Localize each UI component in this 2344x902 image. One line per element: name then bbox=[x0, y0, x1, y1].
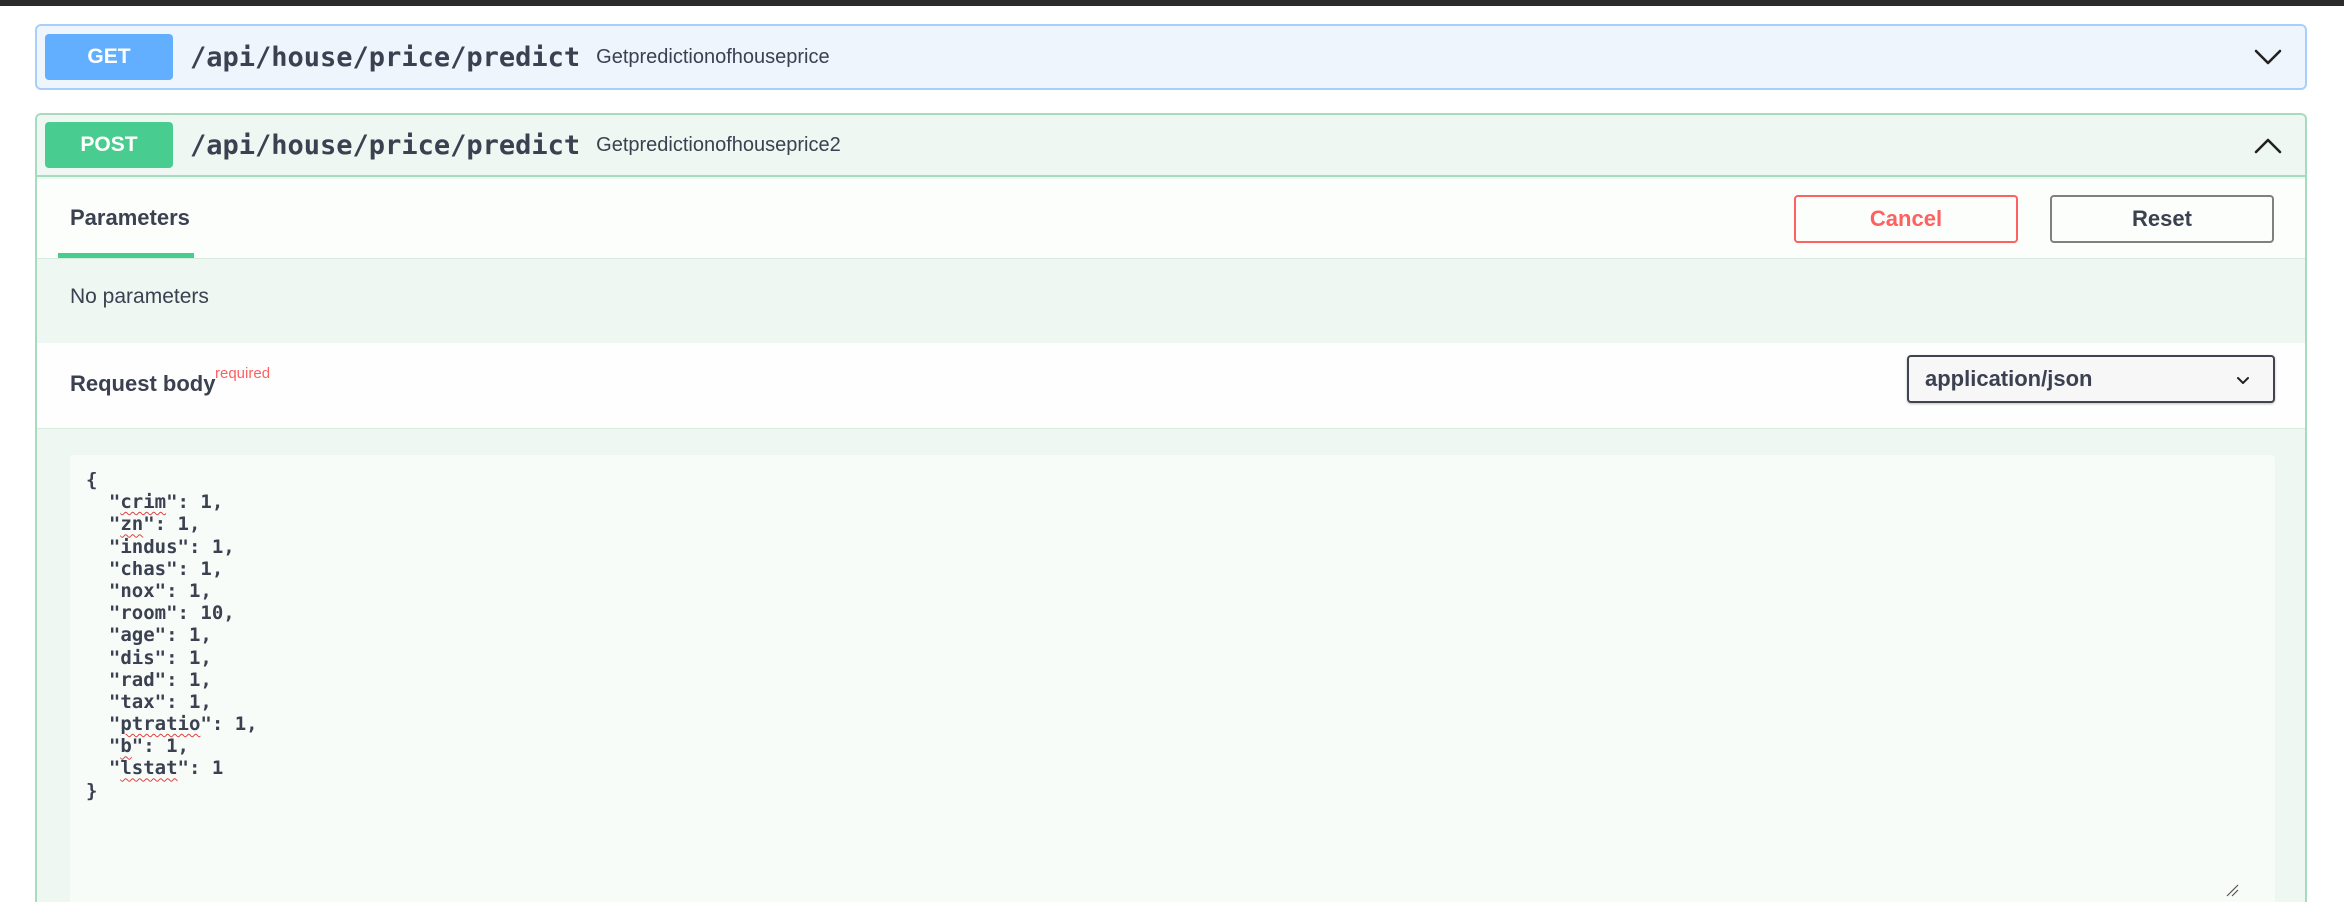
code-line: "rad": 1, bbox=[86, 668, 212, 691]
opblock-get-summary[interactable]: GET /api/house/price/predict Getpredicti… bbox=[37, 26, 2305, 88]
endpoint-path: /api/house/price/predict bbox=[190, 41, 581, 73]
code-line: { bbox=[86, 469, 98, 491]
content-type-value: application/json bbox=[1925, 366, 2093, 391]
tab-parameters[interactable]: Parameters bbox=[58, 179, 202, 257]
opblock-post-predict: POST /api/house/price/predict Getpredict… bbox=[35, 113, 2307, 902]
code-line: "b": 1, bbox=[86, 735, 189, 758]
code-line: "age": 1, bbox=[86, 624, 212, 647]
endpoint-path: /api/house/price/predict bbox=[190, 129, 581, 161]
tab-active-indicator bbox=[58, 253, 194, 258]
code-line: "nox": 1, bbox=[86, 579, 212, 602]
request-body-header: Request body required application/json bbox=[37, 343, 2305, 429]
top-bar bbox=[0, 0, 2344, 6]
resize-handle-icon[interactable] bbox=[2225, 883, 2239, 897]
required-badge: required bbox=[215, 365, 271, 382]
chevron-up-icon[interactable] bbox=[2251, 129, 2285, 163]
code-line: "tax": 1, bbox=[86, 690, 212, 713]
chevron-down-icon bbox=[2237, 377, 2249, 384]
reset-button[interactable]: Reset bbox=[2050, 195, 2274, 243]
request-body-title: Request body bbox=[70, 371, 216, 396]
cancel-button[interactable]: Cancel bbox=[1794, 195, 2018, 243]
method-badge-get: GET bbox=[45, 34, 173, 80]
code-line: } bbox=[86, 779, 98, 802]
endpoint-summary: Getpredictionofhouseprice bbox=[596, 45, 830, 68]
method-badge-post: POST bbox=[45, 122, 173, 168]
code-line: "lstat": 1 bbox=[86, 757, 224, 780]
opblock-get-predict: GET /api/house/price/predict Getpredicti… bbox=[35, 24, 2307, 90]
opblock-post-summary[interactable]: POST /api/house/price/predict Getpredict… bbox=[37, 115, 2305, 177]
code-line: "zn": 1, bbox=[86, 513, 201, 536]
parameters-section-header: Parameters Cancel Reset bbox=[37, 179, 2305, 259]
no-parameters-text: No parameters bbox=[70, 285, 209, 308]
code-line: "room": 10, bbox=[86, 602, 235, 625]
code-line: "ptratio": 1, bbox=[86, 713, 258, 736]
code-line: "dis": 1, bbox=[86, 646, 212, 669]
content-type-select[interactable]: application/json bbox=[1907, 355, 2275, 403]
chevron-down-icon[interactable] bbox=[2251, 40, 2285, 74]
request-body-editor[interactable]: { "crim": 1, "zn": 1, "indus": 1, "chas"… bbox=[70, 455, 2275, 902]
code-line: "indus": 1, bbox=[86, 535, 235, 558]
endpoint-summary: Getpredictionofhouseprice2 bbox=[596, 133, 841, 156]
code-line: "chas": 1, bbox=[86, 557, 224, 580]
code-line: "crim": 1, bbox=[86, 491, 224, 514]
